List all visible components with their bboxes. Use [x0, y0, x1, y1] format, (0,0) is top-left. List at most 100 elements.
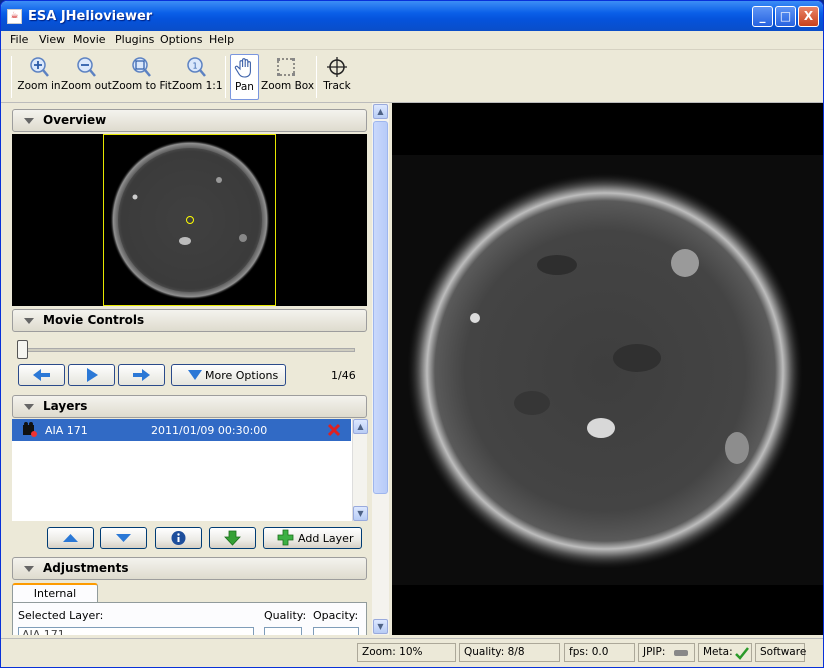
status-bar: Zoom: 10% Quality: 8/8 fps: 0.0 JPIP: Me… — [1, 638, 823, 667]
overview-header[interactable]: Overview — [12, 109, 367, 132]
zoom-1-1-button[interactable]: 1 Zoom 1:1 — [172, 54, 223, 100]
layer-name: AIA 171 — [45, 424, 88, 437]
menu-help[interactable]: Help — [209, 33, 234, 46]
selected-layer-field[interactable]: AIA 171 — [18, 627, 254, 635]
collapse-arrow-icon — [24, 566, 34, 572]
adjustments-content: Selected Layer: Quality: Opacity: AIA 17… — [12, 602, 367, 635]
download-layer-button[interactable] — [209, 527, 256, 549]
menu-plugins[interactable]: Plugins — [115, 33, 154, 46]
zoom-to-fit-button[interactable]: Zoom to Fit — [112, 54, 172, 100]
meta-label: Meta: — [703, 646, 733, 658]
jpip-status: JPIP: — [638, 643, 695, 662]
pan-button[interactable]: Pan — [230, 54, 259, 100]
next-frame-button[interactable] — [118, 364, 165, 386]
connection-icon — [674, 650, 688, 656]
timeline-slider[interactable] — [19, 348, 355, 352]
quality-status: Quality: 8/8 — [459, 643, 560, 662]
panel-scrollbar[interactable]: ▲ ▼ — [372, 103, 389, 635]
meta-status: Meta: — [698, 643, 752, 662]
movie-controls-header[interactable]: Movie Controls — [12, 309, 367, 332]
sun-image — [392, 155, 823, 585]
svg-text:1: 1 — [192, 62, 197, 71]
layer-row[interactable]: AIA 171 2011/01/09 00:30:00 — [12, 419, 351, 441]
menu-bar: File View Movie Plugins Options Help — [1, 31, 823, 50]
layers-list: AIA 171 2011/01/09 00:30:00 ▲ ▼ — [12, 419, 368, 521]
info-icon — [171, 531, 186, 545]
toolbar-separator — [225, 56, 226, 98]
app-window: ☕ ESA JHelioviewer _ □ X File View Movie… — [0, 0, 824, 668]
main-image-viewer[interactable] — [392, 103, 823, 635]
tab-internal-plugins[interactable]: Internal Plugins — [12, 583, 98, 617]
zoom-box-label: Zoom Box — [261, 80, 315, 92]
collapse-arrow-icon — [24, 404, 34, 410]
zoom-fit-icon — [132, 57, 151, 77]
download-icon — [224, 530, 241, 546]
scroll-down-icon[interactable]: ▼ — [373, 619, 388, 634]
frame-counter: 1/46 — [331, 369, 356, 382]
zoom-box-icon — [277, 58, 295, 76]
selected-layer-label: Selected Layer: — [18, 609, 104, 622]
timeline-slider-thumb[interactable] — [17, 340, 28, 359]
adjustments-header[interactable]: Adjustments — [12, 557, 367, 580]
triangle-up-icon — [63, 534, 78, 542]
collapse-arrow-icon — [24, 118, 34, 124]
play-icon — [87, 368, 98, 382]
more-options-button[interactable]: More Options — [171, 364, 286, 386]
title-bar[interactable]: ☕ ESA JHelioviewer _ □ X — [1, 1, 823, 31]
menu-file[interactable]: File — [10, 33, 28, 46]
movie-layer-icon — [23, 422, 37, 437]
zoom-out-button[interactable]: Zoom out — [61, 54, 112, 100]
move-layer-down-button[interactable] — [100, 527, 147, 549]
move-layer-up-button[interactable] — [47, 527, 94, 549]
app-icon: ☕ — [7, 9, 22, 24]
zoom-1-1-label: Zoom 1:1 — [172, 80, 223, 92]
zoom-in-button[interactable]: Zoom in — [17, 54, 61, 100]
scroll-down-icon[interactable]: ▼ — [353, 506, 368, 521]
add-layer-label: Add Layer — [298, 532, 354, 545]
zoom-out-label: Zoom out — [61, 80, 112, 92]
opacity-label: Opacity: — [313, 609, 359, 622]
panel-scrollbar-thumb[interactable] — [373, 121, 388, 494]
adjustments-title: Adjustments — [43, 561, 129, 575]
track-label: Track — [323, 80, 351, 92]
control-panel: Overview Movie Controls More Options 1/4… — [10, 105, 370, 635]
opacity-spinner[interactable] — [313, 627, 359, 635]
scroll-up-icon[interactable]: ▲ — [353, 419, 368, 434]
scroll-up-icon[interactable]: ▲ — [373, 104, 388, 119]
remove-layer-icon[interactable] — [327, 423, 341, 437]
triangle-down-icon — [188, 370, 202, 380]
layer-info-button[interactable] — [155, 527, 202, 549]
close-button[interactable]: X — [798, 6, 819, 27]
movie-controls-title: Movie Controls — [43, 313, 145, 327]
minimize-button[interactable]: _ — [752, 6, 773, 27]
maximize-button[interactable]: □ — [775, 6, 796, 27]
zoom-box-button[interactable]: Zoom Box — [261, 54, 315, 100]
previous-frame-button[interactable] — [18, 364, 65, 386]
renderer-status: Software — [755, 643, 806, 662]
toolbar-separator — [11, 56, 12, 98]
menu-view[interactable]: View — [39, 33, 65, 46]
collapse-arrow-icon — [24, 318, 34, 324]
play-button[interactable] — [68, 364, 115, 386]
zoom-fit-label: Zoom to Fit — [112, 80, 172, 92]
more-options-label: More Options — [205, 369, 279, 382]
overview-image[interactable] — [12, 134, 367, 306]
layer-timestamp: 2011/01/09 00:30:00 — [151, 424, 268, 437]
overview-viewport-box[interactable] — [103, 134, 276, 306]
add-layer-button[interactable]: Add Layer — [263, 527, 362, 549]
window-title: ESA JHelioviewer — [28, 9, 153, 24]
arrow-left-icon — [33, 369, 50, 381]
zoom-in-label: Zoom in — [17, 80, 61, 92]
menu-options[interactable]: Options — [160, 33, 202, 46]
layers-header[interactable]: Layers — [12, 395, 367, 418]
toolbar: Zoom in Zoom out Zoom to Fit 1 Zoom 1:1 … — [1, 51, 823, 103]
menu-movie[interactable]: Movie — [73, 33, 106, 46]
hand-icon — [234, 58, 251, 78]
pan-label: Pan — [235, 81, 254, 93]
adjustments-tabs: Internal Plugins — [12, 583, 367, 617]
zoom-1-1-icon: 1 — [187, 57, 206, 77]
layers-scrollbar[interactable]: ▲ ▼ — [352, 419, 368, 521]
jpip-label: JPIP: — [643, 646, 666, 658]
track-button[interactable]: Track — [321, 54, 353, 100]
quality-spinner[interactable] — [264, 627, 302, 635]
